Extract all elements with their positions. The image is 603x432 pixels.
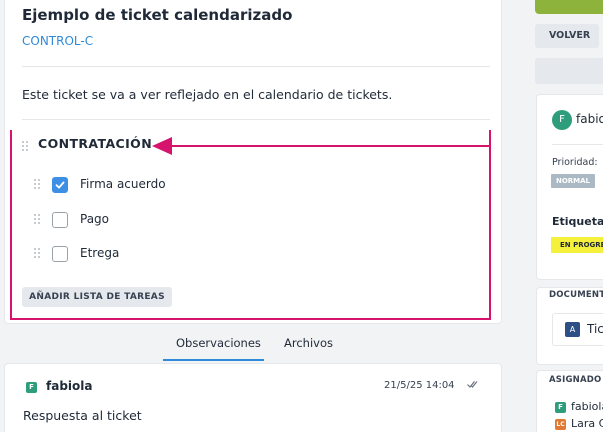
priority-badge[interactable]: NORMAL — [551, 174, 595, 188]
tab-archivos[interactable]: Archivos — [284, 336, 333, 350]
assignee-name: fabiola — [571, 400, 603, 413]
active-tab-indicator — [163, 359, 264, 361]
drag-handle-icon[interactable] — [34, 248, 42, 258]
annotation-arrow-head — [152, 137, 172, 155]
divider — [22, 119, 490, 120]
document-icon: A — [565, 322, 580, 337]
comment-timestamp: 21/5/25 14:04 — [384, 380, 455, 391]
comment-body: Respuesta al ticket — [23, 408, 142, 423]
checkbox-checked[interactable] — [52, 177, 68, 193]
tags-label: Etiquetas — [552, 215, 603, 228]
check-icon — [55, 181, 65, 189]
checklist-item-label: Etrega — [80, 246, 120, 260]
drag-handle-icon[interactable] — [34, 179, 42, 189]
checklist-item-label: Firma acuerdo — [80, 177, 166, 191]
checklist-item-label: Pago — [80, 212, 110, 226]
document-name[interactable]: Tick — [587, 322, 603, 336]
add-task-list-button[interactable]: AÑADIR LISTA DE TAREAS — [22, 287, 172, 307]
tab-observaciones[interactable]: Observaciones — [176, 336, 261, 350]
annotation-arrow-line — [171, 145, 491, 147]
owner-name: fabiola — [576, 112, 603, 126]
ticket-title: Ejemplo de ticket calendarizado — [22, 6, 293, 24]
drag-handle-icon[interactable] — [22, 141, 30, 151]
secondary-action-button[interactable] — [535, 58, 603, 84]
ticket-code-link[interactable]: CONTROL-C — [22, 34, 93, 48]
checkbox[interactable] — [52, 246, 68, 262]
checkbox[interactable] — [52, 212, 68, 228]
checklist-title: CONTRATACIÓN — [38, 136, 153, 151]
divider — [22, 66, 490, 67]
comment-card: F fabiola 21/5/25 14:04 Respuesta al tic… — [4, 363, 502, 432]
assigned-label: ASIGNADO A — [549, 375, 603, 385]
avatar: F — [552, 110, 572, 130]
drag-handle-icon[interactable] — [34, 214, 42, 224]
assignee-name: Lara C — [571, 417, 603, 430]
divider — [552, 144, 603, 145]
avatar: F — [555, 402, 566, 413]
back-button[interactable]: VOLVER — [535, 24, 599, 48]
ticket-description: Este ticket se va a ver reflejado en el … — [22, 87, 393, 102]
comment-author: fabiola — [46, 379, 93, 393]
documents-label: DOCUMENTO — [549, 290, 603, 300]
tag-badge[interactable]: EN PROGRE — [551, 237, 603, 253]
avatar: F — [26, 382, 37, 393]
primary-action-button[interactable] — [535, 0, 603, 14]
avatar: LC — [555, 419, 566, 430]
double-check-icon — [467, 379, 478, 392]
priority-label: Prioridad: — [552, 157, 598, 168]
